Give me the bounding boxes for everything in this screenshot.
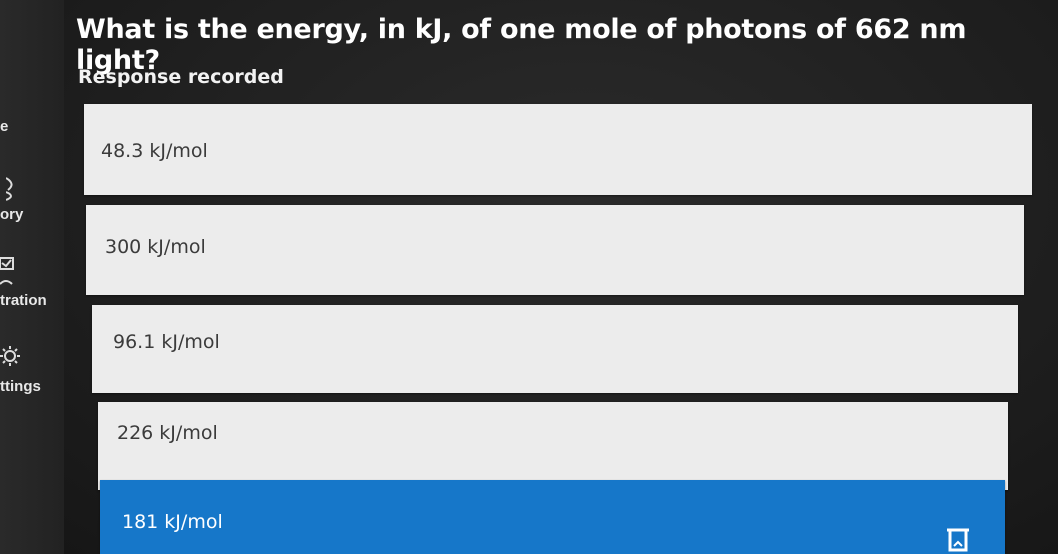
history-icon	[6, 177, 13, 201]
sidebar-item-settings[interactable]: ttings	[0, 378, 41, 395]
answer-option[interactable]: 96.1 kJ/mol	[92, 305, 1018, 393]
cup-icon[interactable]	[944, 524, 974, 554]
sidebar-item-home[interactable]: e	[0, 118, 8, 135]
answer-option[interactable]: 226 kJ/mol	[98, 402, 1008, 490]
sidebar: e ory tration ttings	[0, 0, 64, 554]
response-status: Response recorded	[78, 66, 284, 88]
registration-icon	[0, 257, 14, 285]
sidebar-item-label: e	[0, 118, 9, 135]
sidebar-item-history[interactable]: ory	[0, 206, 23, 223]
sidebar-item-label: ttings	[0, 378, 41, 395]
sidebar-item-registration[interactable]: tration	[0, 292, 47, 309]
option-label: 96.1 kJ/mol	[113, 331, 220, 353]
option-label: 226 kJ/mol	[117, 422, 218, 444]
option-label: 181 kJ/mol	[122, 511, 223, 533]
answer-option-selected[interactable]: 181 kJ/mol	[100, 480, 1005, 554]
option-label: 300 kJ/mol	[105, 236, 206, 258]
sidebar-item-label: ory	[0, 206, 24, 223]
gear-icon	[0, 346, 20, 366]
answer-option[interactable]: 300 kJ/mol	[86, 205, 1024, 295]
answer-option[interactable]: 48.3 kJ/mol	[84, 104, 1032, 195]
option-label: 48.3 kJ/mol	[101, 140, 208, 162]
sidebar-item-label: tration	[0, 292, 47, 309]
